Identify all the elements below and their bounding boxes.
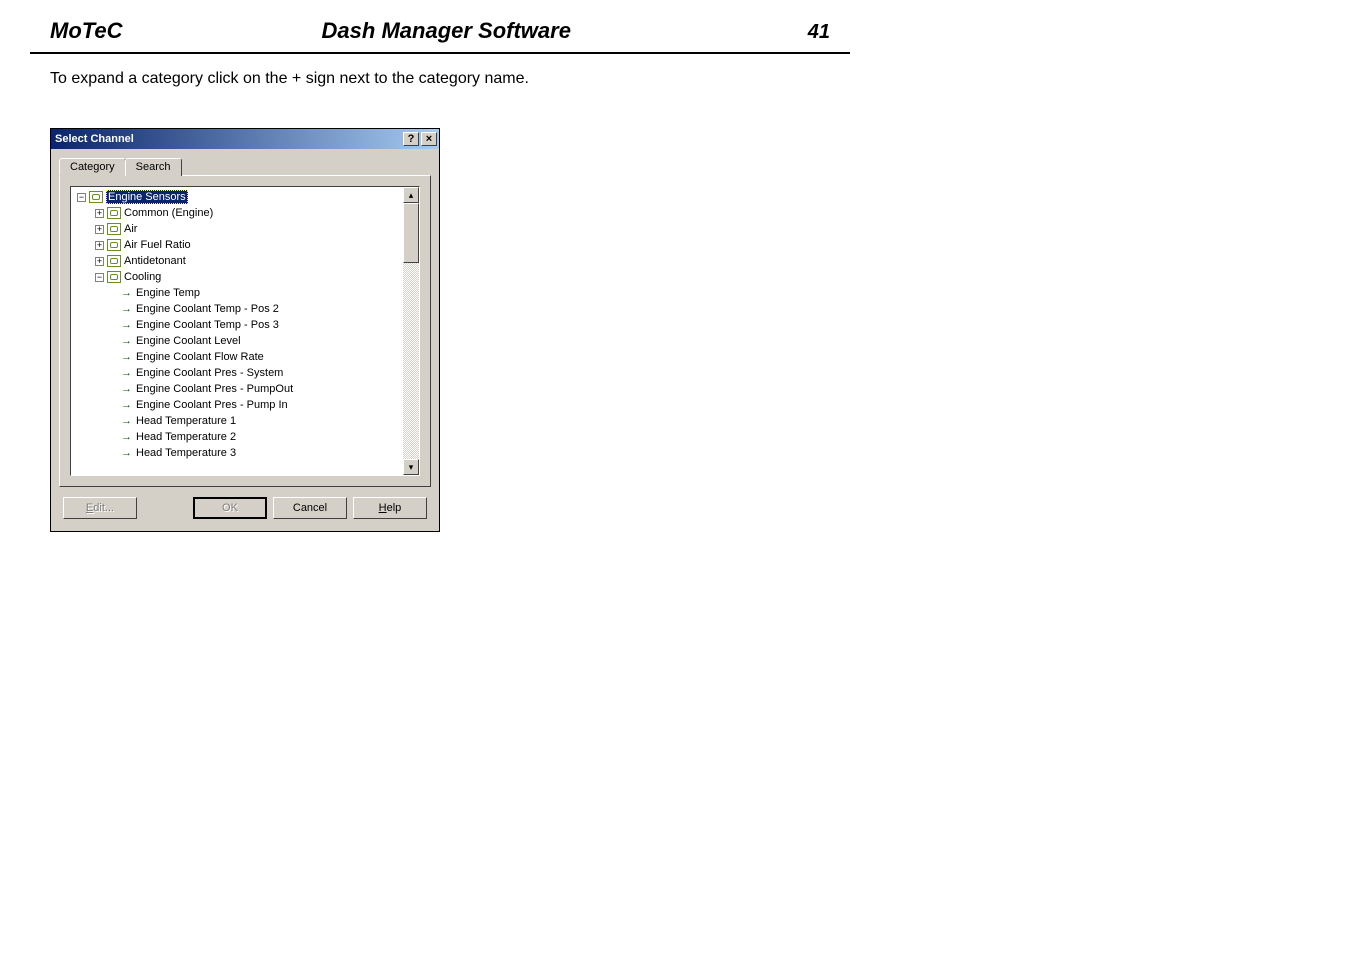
channel-arrow-icon: →	[121, 399, 133, 411]
page-number: 41	[770, 21, 830, 44]
folder-icon	[107, 207, 121, 219]
tree-node-label: Head Temperature 2	[136, 431, 236, 443]
dialog-title: Select Channel	[55, 133, 401, 145]
channel-arrow-icon: →	[121, 447, 133, 459]
channel-arrow-icon: →	[121, 383, 133, 395]
scroll-thumb[interactable]	[403, 203, 419, 263]
brand-text: MoTeC	[50, 18, 123, 44]
ok-button: OK	[193, 497, 267, 519]
channel-arrow-icon: →	[121, 303, 133, 315]
tree-node-label: Cooling	[124, 271, 161, 283]
tree-node-label: Engine Coolant Temp - Pos 3	[136, 319, 279, 331]
tree-node-label: Engine Coolant Level	[136, 335, 241, 347]
tree-channel-head-temp-1[interactable]: →Head Temperature 1	[73, 413, 401, 429]
tree-folder-antidetonant[interactable]: + Antidetonant	[73, 253, 401, 269]
tree-node-label: Head Temperature 3	[136, 447, 236, 459]
tree-node-label: Engine Sensors	[106, 190, 188, 204]
edit-button: Edit...	[63, 497, 137, 519]
collapse-icon[interactable]: −	[77, 193, 86, 202]
select-channel-dialog: Select Channel ? × Category Search − Eng…	[50, 128, 440, 532]
channel-arrow-icon: →	[121, 335, 133, 347]
page-header: MoTeC Dash Manager Software 41	[30, 10, 850, 54]
tree-folder-cooling[interactable]: − Cooling	[73, 269, 401, 285]
channel-arrow-icon: →	[121, 287, 133, 299]
channel-arrow-icon: →	[121, 319, 133, 331]
page-title: Dash Manager Software	[123, 18, 770, 44]
tree-folder-air[interactable]: + Air	[73, 221, 401, 237]
dialog-titlebar[interactable]: Select Channel ? ×	[51, 129, 439, 149]
cancel-button[interactable]: Cancel	[273, 497, 347, 519]
tree-node-label: Engine Coolant Temp - Pos 2	[136, 303, 279, 315]
tree-view[interactable]: − Engine Sensors + Common (Engine) + Air	[70, 186, 420, 476]
channel-arrow-icon: →	[121, 431, 133, 443]
tree-channel-coolant-level[interactable]: →Engine Coolant Level	[73, 333, 401, 349]
folder-icon	[107, 223, 121, 235]
collapse-icon[interactable]: −	[95, 273, 104, 282]
tab-panel: − Engine Sensors + Common (Engine) + Air	[59, 175, 431, 487]
tab-search[interactable]: Search	[125, 158, 182, 176]
folder-icon	[107, 255, 121, 267]
dialog-close-button[interactable]: ×	[421, 132, 437, 146]
expand-icon[interactable]: +	[95, 241, 104, 250]
tree-channel-coolant-temp-pos2[interactable]: →Engine Coolant Temp - Pos 2	[73, 301, 401, 317]
channel-arrow-icon: →	[121, 367, 133, 379]
tree-channel-engine-temp[interactable]: →Engine Temp	[73, 285, 401, 301]
expand-icon[interactable]: +	[95, 225, 104, 234]
tree-node-label: Common (Engine)	[124, 207, 213, 219]
tree-node-label: Engine Coolant Flow Rate	[136, 351, 264, 363]
tree-folder-common-engine[interactable]: + Common (Engine)	[73, 205, 401, 221]
tree-node-label: Head Temperature 1	[136, 415, 236, 427]
dialog-button-row: Edit... OK Cancel Help	[59, 487, 431, 523]
tree-node-label: Engine Coolant Pres - System	[136, 367, 283, 379]
dialog-help-button[interactable]: ?	[403, 132, 419, 146]
tree-node-label: Air	[124, 223, 137, 235]
tree-channel-coolant-flow-rate[interactable]: →Engine Coolant Flow Rate	[73, 349, 401, 365]
tree-channel-coolant-pres-system[interactable]: →Engine Coolant Pres - System	[73, 365, 401, 381]
tab-bar: Category Search	[59, 158, 431, 176]
tab-category[interactable]: Category	[59, 158, 126, 176]
tree-scrollbar[interactable]: ▴ ▾	[403, 187, 419, 475]
expand-icon[interactable]: +	[95, 209, 104, 218]
tree-node-label: Engine Coolant Pres - PumpOut	[136, 383, 293, 395]
folder-icon	[89, 191, 103, 203]
folder-icon	[107, 239, 121, 251]
help-button[interactable]: Help	[353, 497, 427, 519]
tree-root-engine-sensors[interactable]: − Engine Sensors	[73, 189, 401, 205]
scroll-down-button[interactable]: ▾	[403, 459, 419, 475]
tree-folder-air-fuel-ratio[interactable]: + Air Fuel Ratio	[73, 237, 401, 253]
tree-node-label: Engine Temp	[136, 287, 200, 299]
folder-icon	[107, 271, 121, 283]
tree-channel-coolant-temp-pos3[interactable]: →Engine Coolant Temp - Pos 3	[73, 317, 401, 333]
tree-node-label: Air Fuel Ratio	[124, 239, 191, 251]
tree-channel-coolant-pres-pumpout[interactable]: →Engine Coolant Pres - PumpOut	[73, 381, 401, 397]
channel-arrow-icon: →	[121, 351, 133, 363]
tree-node-label: Engine Coolant Pres - Pump In	[136, 399, 288, 411]
tree-channel-coolant-pres-pumpin[interactable]: →Engine Coolant Pres - Pump In	[73, 397, 401, 413]
channel-arrow-icon: →	[121, 415, 133, 427]
intro-text: To expand a category click on the + sign…	[50, 70, 1351, 88]
expand-icon[interactable]: +	[95, 257, 104, 266]
tree-channel-head-temp-2[interactable]: →Head Temperature 2	[73, 429, 401, 445]
tree-channel-head-temp-3[interactable]: →Head Temperature 3	[73, 445, 401, 461]
tree-node-label: Antidetonant	[124, 255, 186, 267]
scroll-track[interactable]	[403, 203, 419, 459]
scroll-up-button[interactable]: ▴	[403, 187, 419, 203]
